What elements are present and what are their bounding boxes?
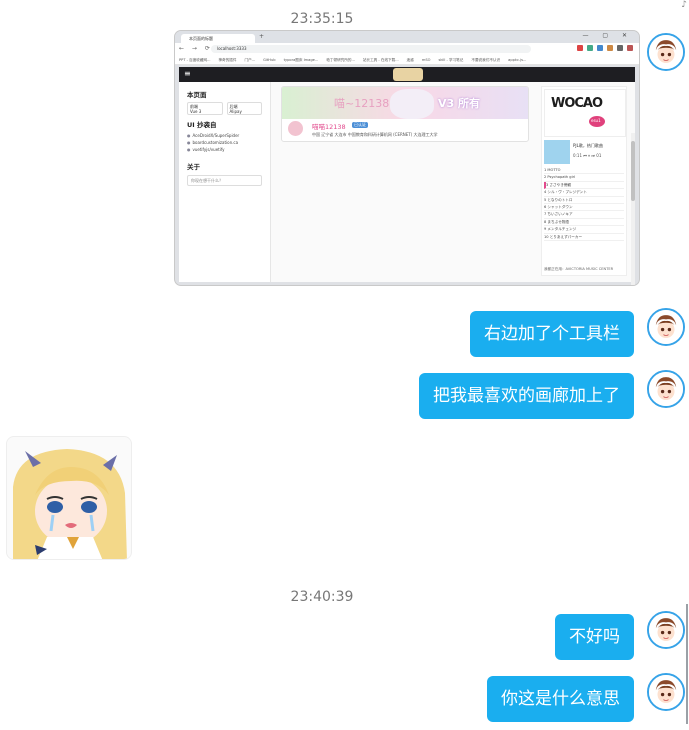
sidebar-item: AceDroidX/SuperSpider (187, 132, 262, 139)
avatar[interactable] (647, 673, 685, 711)
message-bubble[interactable]: 你这是什么意思 (487, 676, 634, 722)
sticker-image[interactable] (6, 436, 132, 560)
sidebar-heading-about: 关于 (187, 163, 200, 171)
browser-tab: 本页面的标题 (181, 34, 255, 43)
player-footer: 我都正在用：AVICTORIA MUSIC CENTER (544, 267, 614, 271)
vue-chip: 前端 Vue 3 (187, 102, 223, 115)
profile-card: 喵~12138 V3 所有 喵喵12138 已认证 中国 辽宁省 大连市 中国教… (281, 86, 529, 142)
timestamp: 23:35:15 (290, 11, 354, 27)
site-body: 本页面 前端 Vue 3 后端 Alipay UI 抄袭自 AceDroidX/… (179, 82, 635, 285)
sidebar-item: boardcustomization.ca (187, 139, 262, 146)
bookmarks-bar: PPT - 百度收藏网... 神奇的插件 门户... GitHub typora图床 I… (175, 55, 639, 65)
scrollbar[interactable] (686, 604, 688, 724)
sidebar-item: vuetifyjs/vuetify (187, 146, 262, 153)
site-header: ≡ (179, 67, 635, 82)
message-bubble[interactable]: 不好吗 (555, 614, 634, 660)
right-toolbar-panel: WOCAO esu1 PJL歌，热门歌曲 0:11 ⏮ ⏸ ⏭ 01 1 MOT… (541, 86, 627, 276)
navigation-icons: ← → ⟳ (179, 45, 213, 52)
timestamp: 23:40:39 (290, 589, 354, 605)
banner-character (390, 89, 434, 119)
sidebar-heading-ui: UI 抄袭自 (187, 121, 217, 129)
player-cover (544, 140, 570, 164)
hamburger-icon: ≡ (184, 69, 191, 78)
browser-addressbar: ← → ⟳ localhost:3333 (175, 43, 639, 55)
card-description: 中国 辽宁省 大连市 中国教育和科研计算机网 (CERNET) 大连理工大学 (312, 132, 438, 137)
site-scrollbar (631, 133, 635, 285)
music-note-icon: ♪ (681, 0, 687, 10)
avatar[interactable] (647, 611, 685, 649)
window-controls: — ▢ ✕ (582, 32, 633, 39)
wocao-gallery: WOCAO esu1 (544, 89, 626, 137)
anime-boy-avatar-icon (649, 35, 683, 69)
browser-tabbar: 本页面的标题 + — ▢ ✕ (175, 31, 639, 43)
site-logo (393, 68, 423, 81)
card-name: 喵喵12138 (312, 123, 346, 131)
site-sidebar: 本页面 前端 Vue 3 后端 Alipay UI 抄袭自 AceDroidX/… (179, 82, 271, 282)
anime-girl-crying-sticker-icon (7, 437, 131, 559)
message-bubble[interactable]: 把我最喜欢的画廊加上了 (419, 373, 634, 419)
avatar[interactable] (647, 33, 685, 71)
playlist: 1 MOTTO 2 Psychopath girl 3 ささやき傍観 4 シル・… (544, 167, 624, 241)
card-badge: 已认证 (352, 122, 368, 128)
player-controls: 0:11 ⏮ ⏸ ⏭ 01 (573, 153, 602, 158)
sidebar-heading-page: 本页面 (187, 91, 207, 99)
avatar[interactable] (647, 370, 685, 408)
new-tab-icon: + (259, 33, 265, 40)
alipay-chip: 后端 Alipay (226, 102, 262, 115)
card-banner: 喵~12138 V3 所有 (282, 87, 528, 119)
url-field: localhost:3333 (211, 45, 531, 53)
player-title: PJL歌，热门歌曲 (573, 143, 603, 148)
screenshot-image-message[interactable]: 本页面的标题 + — ▢ ✕ ← → ⟳ localhost:3333 PPT … (174, 30, 640, 286)
message-bubble[interactable]: 右边加了个工具栏 (470, 311, 634, 357)
avatar[interactable] (647, 308, 685, 346)
extension-icons (577, 45, 633, 51)
sidebar-input: 你现在想干什么？ (187, 175, 262, 186)
card-avatar (288, 121, 303, 136)
